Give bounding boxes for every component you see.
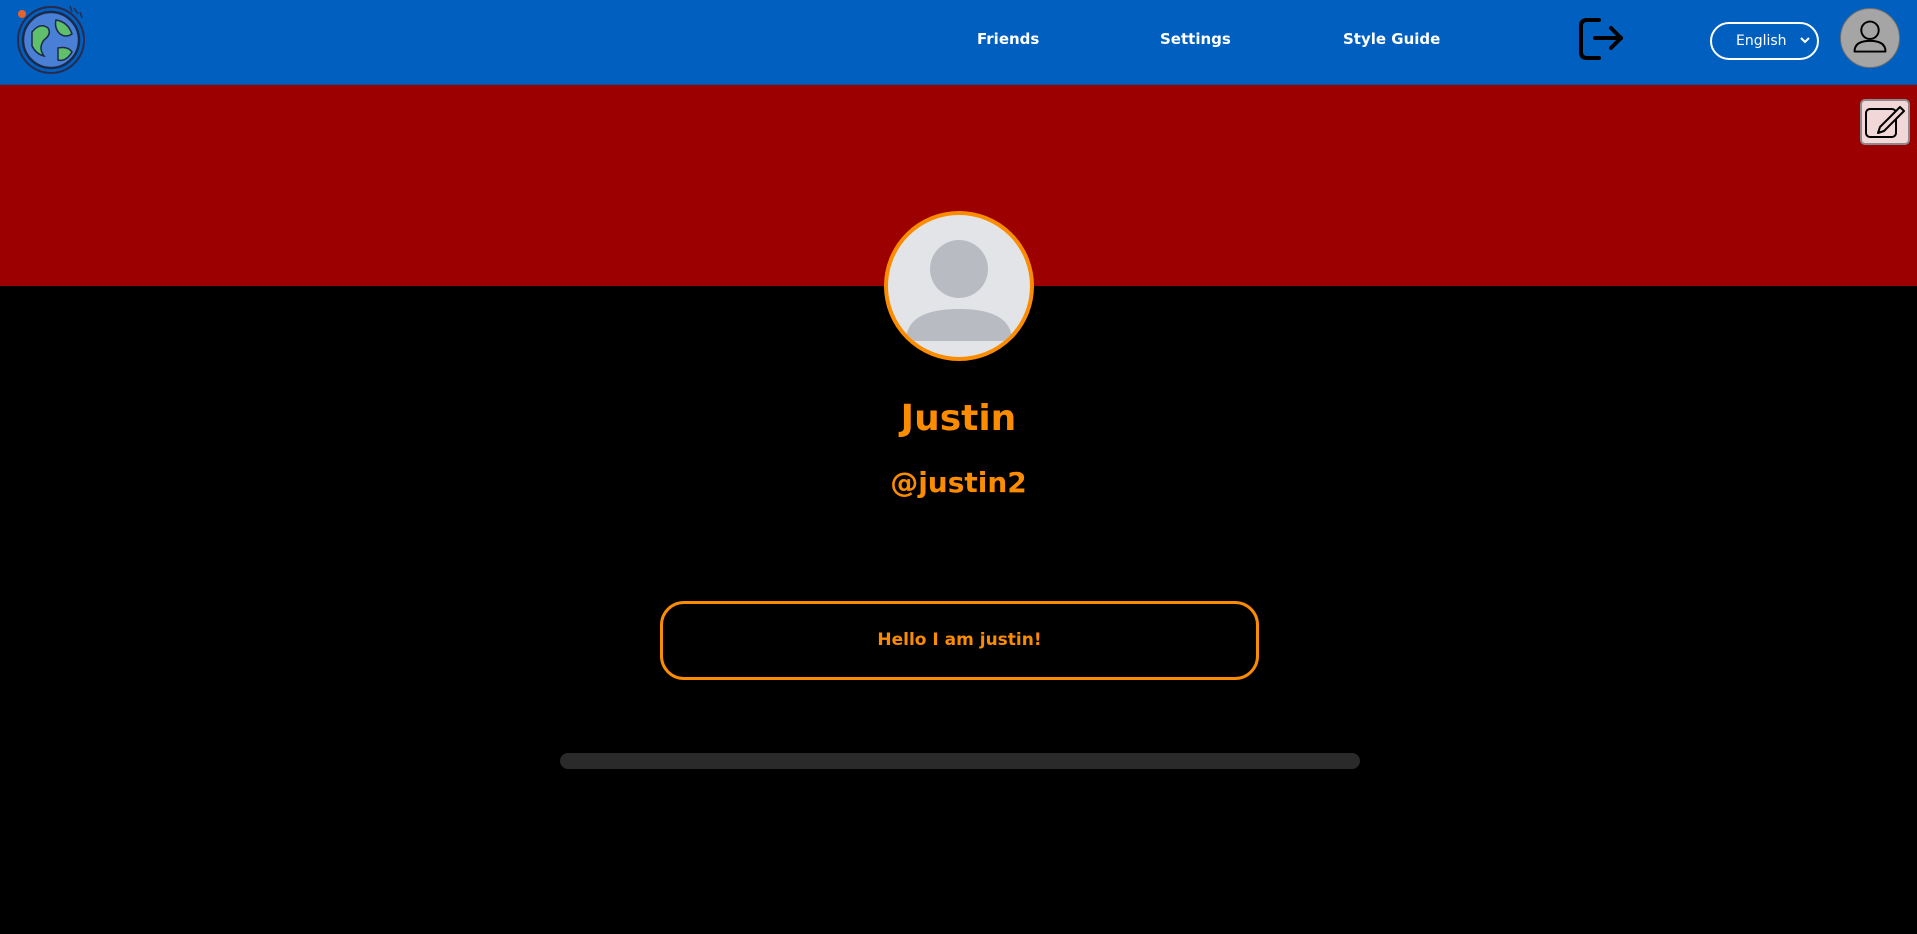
username: @justin2 <box>890 466 1027 499</box>
language-select[interactable]: English <box>1710 22 1819 60</box>
language-selected-value: English <box>1736 33 1787 49</box>
logout-icon[interactable] <box>1577 14 1627 64</box>
display-name: Justin <box>900 398 1017 439</box>
content-bar <box>560 753 1360 769</box>
nav-link-friends[interactable]: Friends <box>977 30 1039 48</box>
profile-picture <box>884 211 1034 361</box>
user-icon <box>1853 20 1887 53</box>
user-avatar-button[interactable] <box>1840 8 1900 68</box>
bio-text: Hello I am justin! <box>877 630 1042 650</box>
default-avatar-icon <box>906 240 1012 341</box>
bio-box: Hello I am justin! <box>660 601 1259 680</box>
chevron-down-icon <box>1800 37 1810 44</box>
nav-link-settings[interactable]: Settings <box>1160 30 1231 48</box>
edit-profile-button[interactable] <box>1860 99 1910 145</box>
nav-link-style-guide[interactable]: Style Guide <box>1343 30 1440 48</box>
pencil-icon <box>1865 106 1905 138</box>
globe-icon[interactable] <box>14 2 90 76</box>
top-navbar: Friends Settings Style Guide English <box>0 0 1917 85</box>
